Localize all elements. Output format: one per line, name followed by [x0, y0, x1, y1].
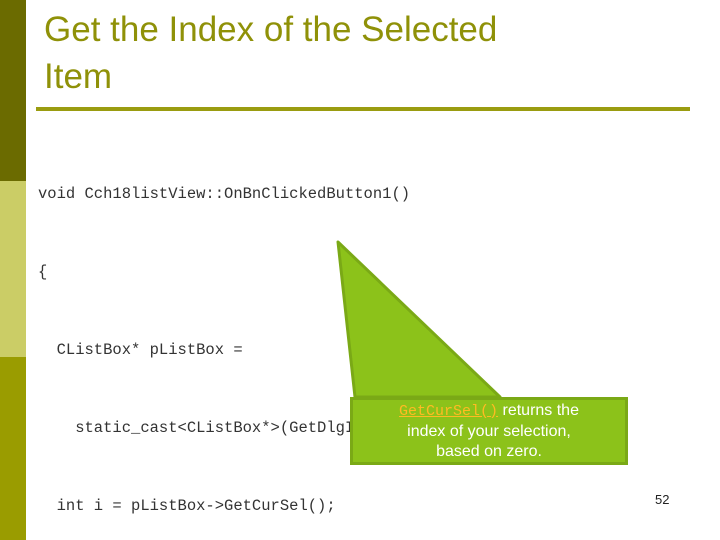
slide: Get the Index of the Selected Item void … — [0, 0, 720, 540]
callout-line-1: GetCurSel() returns the — [399, 401, 579, 422]
page-title: Get the Index of the Selected Item — [44, 10, 498, 96]
callout-line-1-rest: returns the — [498, 401, 579, 419]
sidebar-decoration — [0, 0, 26, 540]
callout-line-2: index of your selection, — [407, 422, 571, 440]
code-line: void Cch18listView::OnBnClickedButton1() — [38, 185, 411, 203]
callout-box: GetCurSel() returns the index of your se… — [350, 397, 628, 465]
code-line: int i = pListBox->GetCurSel(); — [38, 497, 336, 515]
code-line: CListBox* pListBox = — [38, 341, 243, 359]
sidebar-band-bottom — [0, 357, 26, 540]
callout-code-reference: GetCurSel() — [399, 402, 499, 420]
sidebar-band-middle — [0, 181, 26, 357]
title-divider — [36, 107, 690, 111]
code-block: void Cch18listView::OnBnClickedButton1()… — [38, 129, 678, 540]
sidebar-band-top — [0, 0, 26, 181]
callout-line-3: based on zero. — [436, 442, 542, 460]
code-line: { — [38, 263, 48, 281]
page-number: 52 — [655, 492, 670, 507]
